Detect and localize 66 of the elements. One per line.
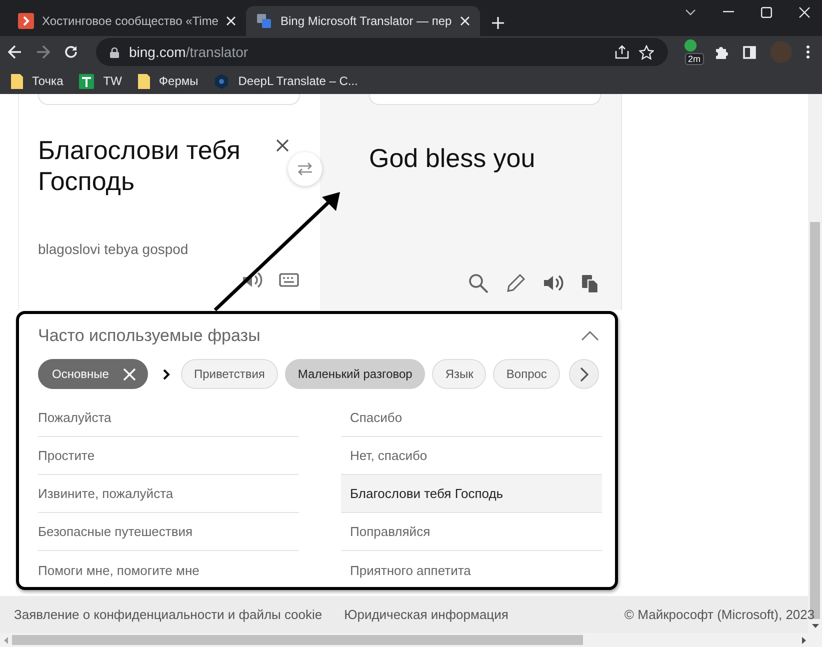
translator-icon <box>256 13 272 29</box>
deepl-icon <box>214 74 230 88</box>
spreadsheet-icon <box>79 74 94 88</box>
pencil-icon[interactable] <box>505 273 527 293</box>
extension-icon[interactable] <box>684 39 697 52</box>
phrase-item[interactable]: Помоги мне, помогите мне <box>38 551 299 589</box>
browser-tab[interactable]: Хостинговое сообщество «Time <box>8 6 246 36</box>
sidebar-icon[interactable] <box>743 46 756 58</box>
translated-text: God bless you <box>369 143 536 174</box>
star-icon[interactable] <box>639 44 654 60</box>
footer-link[interactable]: Заявление о конфиденциальности и файлы cookie <box>14 607 322 622</box>
back-icon[interactable] <box>8 45 22 59</box>
bookmark[interactable]: Точка <box>11 74 64 88</box>
chevron-up-icon[interactable] <box>581 331 599 341</box>
clear-icon[interactable] <box>276 139 289 152</box>
scroll-down-icon[interactable] <box>812 624 818 628</box>
bookmark[interactable]: Фермы <box>138 74 198 88</box>
new-tab-icon[interactable] <box>492 17 504 29</box>
maximize-icon[interactable] <box>761 6 772 18</box>
forward-icon[interactable] <box>36 45 50 59</box>
source-text[interactable]: Благослови тебя Господь <box>38 135 268 197</box>
scrollbar-thumb[interactable] <box>12 635 583 645</box>
phrase-item[interactable]: Простите <box>38 437 299 475</box>
phrase-item[interactable]: Приятного аппетита <box>341 551 602 589</box>
transliteration: blagoslovi tebya gospod <box>38 241 190 257</box>
puzzle-icon[interactable] <box>714 44 729 60</box>
category-chip[interactable]: Основные <box>38 359 148 389</box>
swap-icon <box>297 162 313 176</box>
category-chip[interactable]: Приветствия <box>180 359 278 389</box>
close-icon[interactable] <box>226 16 236 26</box>
copyright: © Майкрософт (Microsoft), 2023 <box>624 607 815 622</box>
keyboard-icon[interactable] <box>278 270 300 290</box>
close-icon[interactable] <box>460 16 470 26</box>
minimize-icon[interactable] <box>723 11 734 13</box>
phrase-item[interactable]: Безопасные путешествия <box>38 513 299 551</box>
folder-icon <box>11 74 23 88</box>
reload-icon[interactable] <box>64 45 78 59</box>
chevron-right-icon <box>580 366 588 382</box>
phrase-item[interactable]: Благослови тебя Господь <box>341 475 602 513</box>
bookmark[interactable]: TW <box>79 74 122 88</box>
scroll-right-icon[interactable] <box>802 636 806 644</box>
close-icon[interactable] <box>799 6 810 18</box>
chevron-down-icon[interactable] <box>685 8 696 16</box>
section-title: Часто используемые фразы <box>38 326 260 346</box>
address-bar[interactable]: bing.com/translator <box>96 38 668 66</box>
lock-icon <box>110 46 119 58</box>
phrase-item[interactable]: Поправляйся <box>341 513 602 551</box>
speaker-icon[interactable] <box>542 273 564 293</box>
category-chip[interactable]: Язык <box>432 359 486 389</box>
extension-badge: 2m <box>685 53 704 65</box>
category-chip[interactable]: Маленький разговор <box>284 359 426 389</box>
search-icon[interactable] <box>468 273 490 293</box>
share-icon[interactable] <box>615 45 629 59</box>
site-icon <box>18 13 34 29</box>
next-button[interactable] <box>569 359 599 389</box>
browser-tab[interactable]: Bing Microsoft Translator — пер <box>246 6 480 36</box>
menu-icon[interactable] <box>806 45 810 59</box>
footer-link[interactable]: Юридическая информация <box>344 607 508 622</box>
speaker-icon[interactable] <box>241 270 263 290</box>
phrase-item[interactable]: Спасибо <box>341 399 602 437</box>
folder-icon <box>138 74 150 88</box>
bookmark[interactable]: DeepL Translate – C... <box>214 74 358 88</box>
chevron-right-icon <box>162 368 170 380</box>
phrase-item[interactable]: Пожалуйста <box>38 399 299 437</box>
category-chip[interactable]: Вопрос <box>493 359 560 389</box>
phrase-item[interactable]: Извините, пожалуйста <box>38 475 299 513</box>
